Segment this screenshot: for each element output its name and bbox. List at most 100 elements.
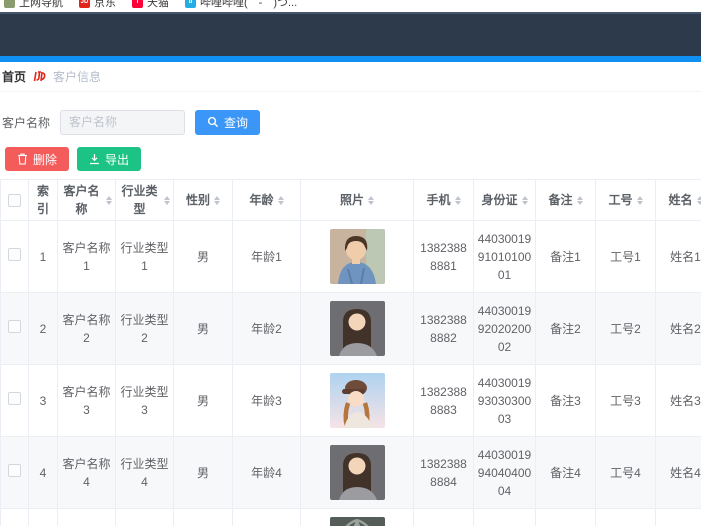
cell-work_no — [595, 508, 656, 526]
row-checkbox[interactable] — [8, 247, 21, 261]
header-cell-person_name[interactable]: 姓名 — [655, 179, 701, 221]
cell-person_name — [655, 508, 701, 526]
column-label: 性别 — [185, 193, 210, 207]
row-select-cell — [0, 220, 29, 293]
column-label: 手机 — [426, 193, 451, 207]
delete-button[interactable]: 删除 — [5, 147, 70, 171]
customer-photo — [329, 445, 385, 500]
photo-cell — [300, 508, 414, 526]
search-form: 客户名称 查询 — [0, 92, 701, 138]
bookmark-label: 天猫 — [147, 0, 169, 9]
photo-cell — [300, 436, 414, 509]
customer-photo — [329, 517, 385, 526]
table-row: 2 客户名称2 行业类型2 男年龄2 13823888882 44030019920202… — [0, 292, 701, 365]
customer-table-wrap: 索引 客户名称 行业类型 性别 年龄 照片 手机 身份证 备注 工号 姓名 1 客户名称1 行业类型1 男… — [0, 179, 701, 526]
header-cell-remark[interactable]: 备注 — [535, 179, 596, 221]
bookmark-jd[interactable]: JD 京东 — [79, 0, 116, 10]
breadcrumb: 首页 客户信息 — [0, 62, 701, 92]
row-select-cell — [0, 508, 29, 526]
sort-carets-icon[interactable] — [214, 195, 220, 205]
sort-carets-icon[interactable] — [368, 195, 374, 205]
row-checkbox[interactable] — [8, 463, 21, 477]
cell-industry_type — [115, 508, 174, 526]
cell-work_no: 工号4 — [595, 436, 656, 509]
cell-work_no: 工号2 — [595, 292, 656, 365]
header-cell-id_card[interactable]: 身份证 — [473, 179, 536, 221]
cell-customer_name: 客户名称1 — [57, 220, 116, 293]
sort-carets-icon[interactable] — [521, 195, 528, 205]
cell-person_name: 姓名4 — [655, 436, 701, 509]
table-toolbar: 删除 导出 — [0, 138, 701, 179]
cell-age: 年龄4 — [232, 436, 301, 509]
cell-person_name: 姓名1 — [655, 220, 701, 293]
sort-carets-icon[interactable] — [164, 195, 170, 205]
breadcrumb-home[interactable]: 首页 — [2, 68, 26, 85]
header-cell-gender[interactable]: 性别 — [173, 179, 233, 221]
header-cell-photo[interactable]: 照片 — [300, 179, 414, 221]
customer-photo — [329, 373, 385, 428]
bookmark-label: 京东 — [94, 0, 116, 9]
sort-carets-icon[interactable] — [454, 195, 461, 205]
sort-carets-icon[interactable] — [277, 195, 284, 205]
cell-age: 年龄1 — [232, 220, 301, 293]
cell-work_no: 工号3 — [595, 364, 656, 437]
cell-phone: 13823888881 — [413, 220, 474, 293]
cell-remark — [535, 508, 596, 526]
app-navbar — [0, 14, 701, 56]
browser-bookmarks-bar: 上网导航 JD 京东 T 天猫 b 哔哩哔哩(゜-゜)つ... — [0, 0, 701, 12]
select-all-checkbox[interactable] — [8, 193, 21, 207]
cell-phone: 13823888882 — [413, 292, 474, 365]
export-button[interactable]: 导出 — [77, 147, 142, 171]
sort-carets-icon[interactable] — [106, 195, 112, 205]
bookmark-bilibili[interactable]: b 哔哩哔哩(゜-゜)つ... — [185, 0, 297, 10]
nav-site-icon — [4, 0, 15, 8]
cell-remark: 备注2 — [535, 292, 596, 365]
column-label: 备注 — [548, 193, 573, 207]
cell-gender: 男 — [173, 220, 233, 293]
query-button[interactable]: 查询 — [195, 109, 261, 135]
header-cell-industry_type[interactable]: 行业类型 — [115, 179, 174, 221]
cell-id_card: 440300199101010001 — [473, 220, 536, 293]
cell-remark: 备注4 — [535, 436, 596, 509]
table-row: 4 客户名称4 行业类型4 男年龄4 13823888884 44030019940404… — [0, 436, 701, 509]
tmall-icon: T — [132, 0, 143, 8]
column-label: 身份证 — [481, 193, 518, 207]
row-select-cell — [0, 292, 29, 365]
breadcrumb-separator-icon — [33, 70, 46, 83]
table-row: 3 客户名称3 行业类型3 男年龄3 13823888883 44030019930303… — [0, 364, 701, 437]
bookmark-label: 哔哩哔哩(゜-゜)つ... — [200, 0, 298, 9]
header-cell-work_no[interactable]: 工号 — [595, 179, 656, 221]
customer-name-label: 客户名称 — [2, 115, 51, 130]
cell-index: 4 — [28, 436, 58, 509]
customer-photo — [329, 301, 385, 356]
cell-industry_type: 行业类型2 — [115, 292, 174, 365]
cell-age — [232, 508, 301, 526]
row-checkbox[interactable] — [8, 319, 21, 333]
header-cell-age[interactable]: 年龄 — [232, 179, 301, 221]
customer-name-input[interactable] — [60, 109, 186, 135]
export-button-label: 导出 — [105, 152, 130, 167]
row-checkbox[interactable] — [8, 391, 21, 405]
sort-carets-icon[interactable] — [636, 195, 643, 205]
photo-cell — [300, 292, 414, 365]
cell-age: 年龄3 — [232, 364, 301, 437]
bilibili-icon: b — [185, 0, 196, 8]
column-label: 索引 — [36, 184, 49, 216]
column-label: 年龄 — [249, 193, 274, 207]
sort-carets-icon[interactable] — [576, 195, 583, 205]
table-header-row: 索引 客户名称 行业类型 性别 年龄 照片 手机 身份证 备注 工号 姓名 — [0, 179, 701, 221]
header-cell-phone[interactable]: 手机 — [413, 179, 474, 221]
column-label: 照片 — [339, 193, 364, 207]
cell-gender: 男 — [173, 436, 233, 509]
photo-cell — [300, 364, 414, 437]
cell-industry_type: 行业类型3 — [115, 364, 174, 437]
sort-carets-icon[interactable] — [696, 195, 701, 205]
header-cell-customer_name[interactable]: 客户名称 — [57, 179, 116, 221]
bookmark-tmall[interactable]: T 天猫 — [132, 0, 169, 10]
cell-customer_name: 客户名称3 — [57, 364, 116, 437]
column-label: 客户名称 — [63, 184, 100, 216]
bookmark-nav-site[interactable]: 上网导航 — [4, 0, 63, 10]
cell-phone: 13823888884 — [413, 436, 474, 509]
cell-index: 2 — [28, 292, 58, 365]
cell-age: 年龄2 — [232, 292, 301, 365]
